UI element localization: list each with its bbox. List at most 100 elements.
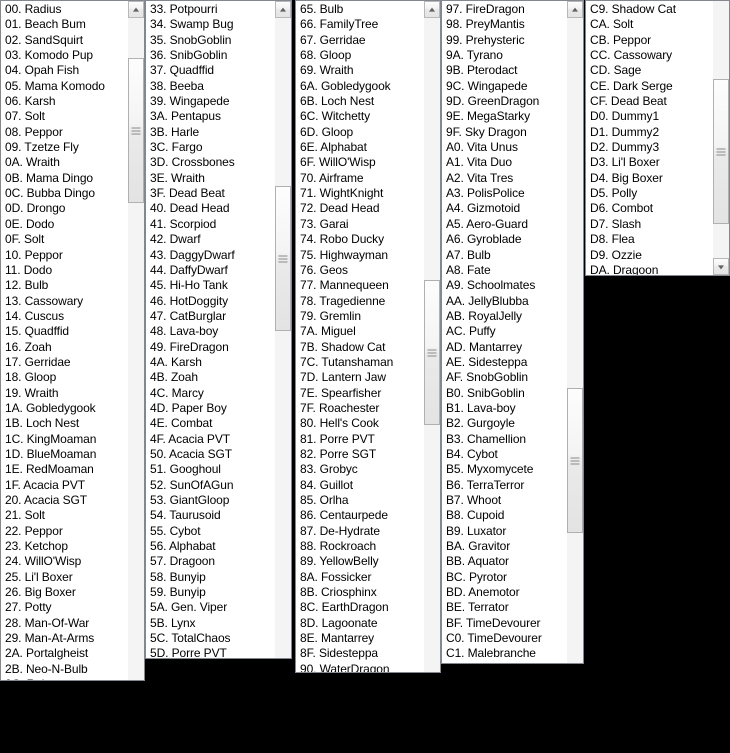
list-item[interactable]: 7A. Miguel	[297, 324, 423, 339]
list-item[interactable]: CF. Dead Beat	[587, 94, 712, 109]
list-item[interactable]: D7. Slash	[587, 217, 712, 232]
list-item[interactable]: 71. WightKnight	[297, 186, 423, 201]
list-item[interactable]: 22. Peppor	[2, 524, 127, 539]
list-item[interactable]: 53. GiantGloop	[147, 493, 274, 508]
list-item[interactable]: BF. TimeDevourer	[443, 616, 566, 631]
list-item[interactable]: 77. Mannequeen	[297, 278, 423, 293]
list-item[interactable]: 03. Komodo Pup	[2, 48, 127, 63]
list-item[interactable]: 20. Acacia SGT	[2, 493, 127, 508]
list-item[interactable]: 37. Quadffid	[147, 63, 274, 78]
list-item[interactable]: A0. Vita Unus	[443, 140, 566, 155]
list-item[interactable]: 72. Dead Head	[297, 201, 423, 216]
list-item[interactable]: 2A. Portalgheist	[2, 646, 127, 661]
list-item[interactable]: 9A. Tyrano	[443, 48, 566, 63]
scrollbar-track[interactable]	[275, 18, 291, 658]
list-item[interactable]: B0. SnibGoblin	[443, 386, 566, 401]
list-item[interactable]: 84. Guillot	[297, 478, 423, 493]
list-item[interactable]: 74. Robo Ducky	[297, 232, 423, 247]
list-item[interactable]: 4F. Acacia PVT	[147, 432, 274, 447]
list-item[interactable]: 16. Zoah	[2, 340, 127, 355]
list-item[interactable]: CD. Sage	[587, 63, 712, 78]
list-item[interactable]: 0F. Solt	[2, 232, 127, 247]
scrollbar-thumb[interactable]	[275, 186, 291, 331]
list-item[interactable]: 7F. Roachester	[297, 401, 423, 416]
list-item[interactable]: 1A. Gobledygook	[2, 401, 127, 416]
list-item[interactable]: 56. Alphabat	[147, 539, 274, 554]
list-item[interactable]: 0E. Dodo	[2, 217, 127, 232]
list-item[interactable]: 4A. Karsh	[147, 355, 274, 370]
scroll-up-arrow-icon[interactable]	[128, 1, 144, 18]
list-item[interactable]: 97. FireDragon	[443, 2, 566, 17]
list-item[interactable]: 73. Garai	[297, 217, 423, 232]
list-item[interactable]: 8F. Sidesteppa	[297, 646, 423, 661]
list-item[interactable]: 35. SnobGoblin	[147, 33, 274, 48]
list-item[interactable]: 4C. Marcy	[147, 386, 274, 401]
list-item[interactable]: D9. Ozzie	[587, 248, 712, 263]
list-item[interactable]: AB. RoyalJelly	[443, 309, 566, 324]
vertical-scrollbar[interactable]	[712, 1, 729, 275]
list-item[interactable]: 65. Bulb	[297, 2, 423, 17]
list-item[interactable]: 67. Gerridae	[297, 33, 423, 48]
list-item[interactable]: AC. Puffy	[443, 324, 566, 339]
enemy-list-column-5[interactable]: C9. Shadow Cat CA. Solt CB. Peppor CC. Cass…	[585, 0, 730, 276]
list-item[interactable]: 9C. Wingapede	[443, 79, 566, 94]
list-item[interactable]: 83. Grobyc	[297, 462, 423, 477]
list-item[interactable]: 4E. Combat	[147, 416, 274, 431]
list-item[interactable]: 18. Gloop	[2, 370, 127, 385]
list-item[interactable]: 42. Dwarf	[147, 232, 274, 247]
list-item[interactable]: 90. WaterDragon	[297, 662, 423, 672]
list-item[interactable]: 2C. Roborg	[2, 677, 127, 680]
list-item[interactable]: 6A. Gobledygook	[297, 79, 423, 94]
list-item[interactable]: A8. Fate	[443, 263, 566, 278]
list-item[interactable]: 0B. Mama Dingo	[2, 171, 127, 186]
list-item[interactable]: 82. Porre SGT	[297, 447, 423, 462]
list-item[interactable]: BC. Pyrotor	[443, 570, 566, 585]
list-item[interactable]: 57. Dragoon	[147, 554, 274, 569]
list-item[interactable]: 52. SunOfAGun	[147, 478, 274, 493]
list-item[interactable]: 3B. Harle	[147, 125, 274, 140]
list-item[interactable]: 89. YellowBelly	[297, 554, 423, 569]
list-item[interactable]: B7. Whoot	[443, 493, 566, 508]
list-item[interactable]: 09. Tzetze Fly	[2, 140, 127, 155]
list-item[interactable]: D4. Big Boxer	[587, 171, 712, 186]
scrollbar-thumb[interactable]	[128, 58, 144, 203]
list-item[interactable]: CA. Solt	[587, 17, 712, 32]
list-item[interactable]: 1D. BlueMoaman	[2, 447, 127, 462]
list-item[interactable]: 44. DaffyDwarf	[147, 263, 274, 278]
list-item[interactable]: CB. Peppor	[587, 33, 712, 48]
list-item[interactable]: 08. Peppor	[2, 125, 127, 140]
list-item[interactable]: BA. Gravitor	[443, 539, 566, 554]
list-item[interactable]: 55. Cybot	[147, 524, 274, 539]
scroll-down-arrow-icon[interactable]	[713, 258, 729, 275]
list-item[interactable]: DA. Dragoon	[587, 263, 712, 275]
list-item[interactable]: 88. Rockroach	[297, 539, 423, 554]
list-item[interactable]: D2. Dummy3	[587, 140, 712, 155]
list-item[interactable]: 4D. Paper Boy	[147, 401, 274, 416]
list-item[interactable]: 7E. Spearfisher	[297, 386, 423, 401]
list-item[interactable]: 07. Solt	[2, 109, 127, 124]
list-item[interactable]: 80. Hell's Cook	[297, 416, 423, 431]
list-item[interactable]: 1E. RedMoaman	[2, 462, 127, 477]
list-item[interactable]: 0D. Drongo	[2, 201, 127, 216]
list-item[interactable]: 78. Tragedienne	[297, 294, 423, 309]
list-item[interactable]: 9F. Sky Dragon	[443, 125, 566, 140]
list-item[interactable]: 50. Acacia SGT	[147, 447, 274, 462]
list-item[interactable]: 41. Scorpiod	[147, 217, 274, 232]
list-item[interactable]: 06. Karsh	[2, 94, 127, 109]
list-item[interactable]: 04. Opah Fish	[2, 63, 127, 78]
list-item[interactable]: 1F. Acacia PVT	[2, 478, 127, 493]
list-item[interactable]: 36. SnibGoblin	[147, 48, 274, 63]
list-item[interactable]: 3A. Pentapus	[147, 109, 274, 124]
list-item[interactable]: 8C. EarthDragon	[297, 600, 423, 615]
vertical-scrollbar[interactable]	[127, 1, 144, 680]
list-item[interactable]: 14. Cuscus	[2, 309, 127, 324]
list-item[interactable]: A4. Gizmotoid	[443, 201, 566, 216]
list-item[interactable]: C2. Nikki	[443, 662, 566, 663]
list-item[interactable]: 58. Bunyip	[147, 570, 274, 585]
list-item[interactable]: 43. DaggyDwarf	[147, 248, 274, 263]
list-item[interactable]: 79. Gremlin	[297, 309, 423, 324]
list-item[interactable]: 1C. KingMoaman	[2, 432, 127, 447]
list-item[interactable]: 6F. WillO'Wisp	[297, 155, 423, 170]
list-item[interactable]: 98. PreyMantis	[443, 17, 566, 32]
list-item[interactable]: 69. Wraith	[297, 63, 423, 78]
